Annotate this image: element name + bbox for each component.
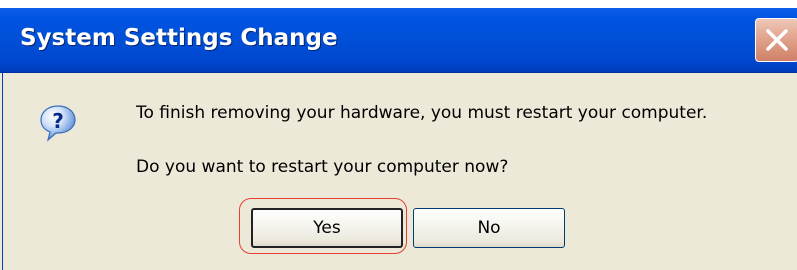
dialog-title: System Settings Change — [20, 25, 338, 51]
message-text: To finish removing your hardware, you mu… — [136, 103, 708, 123]
close-button[interactable] — [755, 18, 797, 62]
question-text: Do you want to restart your computer now… — [136, 157, 509, 177]
svg-text:?: ? — [52, 109, 64, 133]
dialog-body: ? To finish removing your hardware, you … — [2, 73, 797, 270]
system-settings-change-dialog: System Settings Change ? To finish remov… — [0, 8, 797, 270]
title-bar[interactable]: System Settings Change — [0, 8, 797, 73]
question-icon: ? — [39, 104, 77, 142]
no-button[interactable]: No — [413, 208, 565, 248]
yes-button[interactable]: Yes — [251, 208, 403, 248]
close-icon — [766, 29, 788, 51]
